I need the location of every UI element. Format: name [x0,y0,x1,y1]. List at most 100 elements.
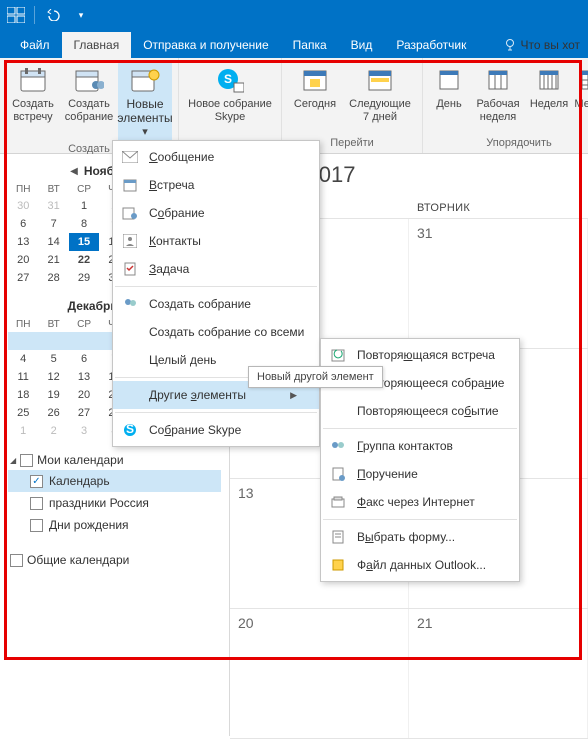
quick-access-toolbar: ▾ [0,0,588,30]
menu-task[interactable]: Задача [113,255,319,283]
tab-folder[interactable]: Папка [281,32,339,58]
label: Создать собрание [149,297,251,311]
label: Создать собрание со всеми [149,325,304,339]
menu-appointment[interactable]: Встреча [113,171,319,199]
new-skype-meeting-button[interactable]: S Новое собрание Skype [185,62,275,126]
calendar-icon [17,64,49,96]
day-icon [433,64,465,96]
form-icon [329,528,347,546]
calendar-today-icon [299,64,331,96]
day-cell[interactable]: 31 [409,219,588,348]
checkbox-icon[interactable] [30,519,43,532]
tell-me[interactable]: Что вы хот [491,32,588,58]
ribbon-group-arrange: День Рабочая неделя Неделя Месяц Упорядо… [423,58,588,153]
label: День [436,98,461,111]
prev-month-icon[interactable]: ◀ [70,166,78,177]
label: Дни рождения [49,518,129,532]
menu-create-meeting[interactable]: Создать собрание [113,290,319,318]
tab-send-receive[interactable]: Отправка и получение [131,32,280,58]
menu-outlook-data-file[interactable]: Файл данных Outlook... [321,551,519,579]
menu-internet-fax[interactable]: Факс через Интернет [321,488,519,516]
app-icon[interactable] [6,6,26,24]
calendar-item[interactable]: Дни рождения [8,514,221,536]
label: Следующие 7 дней [346,98,414,124]
menu-message[interactable]: Сообщение [113,143,319,171]
task-icon [121,260,139,278]
menu-meeting[interactable]: Собрание [113,199,319,227]
menu-recurring-event[interactable]: Повторяющееся событие [321,397,519,425]
datafile-icon [329,556,347,574]
week-view-button[interactable]: Неделя [527,62,571,126]
menu-task-request[interactable]: Поручение [321,460,519,488]
label-rest: ообщение [158,150,215,164]
new-appointment-button[interactable]: Создать встречу [6,62,60,141]
day-view-button[interactable]: День [429,62,469,126]
menu-choose-form[interactable]: Выбрать форму... [321,523,519,551]
mail-icon [121,148,139,166]
new-meeting-button[interactable]: Создать собрание [62,62,116,141]
calendar-item[interactable]: праздники Россия [8,492,221,514]
ribbon-group-goto: Сегодня Следующие 7 дней Перейти [282,58,423,153]
menu-skype-meeting[interactable]: SСобрание Skype [113,416,319,444]
label: праздники Россия [49,496,149,510]
calendar-new-icon [129,64,161,96]
label: Месяц [574,98,588,111]
new-items-menu: Сообщение Встреча Собрание Контакты Зада… [112,140,320,447]
qat-dropdown-icon[interactable]: ▾ [71,6,91,24]
calendar-item[interactable]: ✓ Календарь [8,470,221,492]
month-view-button[interactable]: Месяц [573,62,588,126]
svg-text:S: S [224,72,232,86]
label: Рабочая неделя [473,98,523,124]
label: Создать собрание [64,98,114,124]
menu-create-meeting-all: Создать собрание со всеми [113,318,319,346]
label: Новое собрание Skype [187,98,273,124]
checkbox-icon[interactable] [20,454,33,467]
menu-contacts[interactable]: Контакты [113,227,319,255]
label: Целый день [149,353,216,367]
label: Создать встречу [8,98,58,124]
my-calendars-header[interactable]: ◢Мои календари [8,450,221,470]
shared-calendars-header[interactable]: Общие календари [8,550,221,570]
tab-file[interactable]: Файл [8,32,62,58]
group-label: Упорядочить [486,135,551,151]
label: Новые элементы ▾ [117,98,172,139]
chevron-right-icon: ▶ [290,390,297,401]
label: С [149,150,158,164]
people-icon [121,295,139,313]
checkbox-icon[interactable] [30,497,43,510]
assign-icon [329,465,347,483]
next7days-button[interactable]: Следующие 7 дней [344,62,416,126]
undo-icon[interactable] [43,6,63,24]
day-cell[interactable]: 20 [230,609,409,738]
contact-icon [121,232,139,250]
tooltip: Новый другой элемент [248,366,383,388]
week-row: 2021 [230,609,588,739]
workweek-view-button[interactable]: Рабочая неделя [471,62,525,126]
tell-me-label: Что вы хот [521,38,580,52]
new-items-button[interactable]: Новые элементы ▾ [118,62,172,141]
month-icon [575,64,588,96]
tab-home[interactable]: Главная [62,32,132,58]
checkbox-icon[interactable] [10,554,23,567]
label: Общие календари [27,553,129,567]
fax-icon [329,493,347,511]
today-button[interactable]: Сегодня [288,62,342,126]
menu-recurring-appointment[interactable]: Повторяющаяся встреча [321,341,519,369]
day-cell[interactable]: 21 [409,609,588,738]
menu-contact-group[interactable]: Группа контактов [321,432,519,460]
calendar-list: ◢Мои календари ✓ Календарь праздники Росси… [8,450,221,570]
tab-developer[interactable]: Разработчик [384,32,478,58]
calendar-week-icon [364,64,396,96]
label: Календарь [49,474,110,488]
calendar-icon [121,176,139,194]
label: Сегодня [294,98,336,111]
tab-view[interactable]: Вид [339,32,385,58]
week-icon [533,64,565,96]
recurring-icon [329,346,347,364]
calendar-people-icon [73,64,105,96]
svg-text:S: S [126,423,134,436]
day-header: ВТОРНИК [409,198,588,218]
checkbox-icon[interactable]: ✓ [30,475,43,488]
skype-icon: S [214,64,246,96]
ribbon-group-new: Создать встречу Создать собрание Новые э… [0,58,179,153]
